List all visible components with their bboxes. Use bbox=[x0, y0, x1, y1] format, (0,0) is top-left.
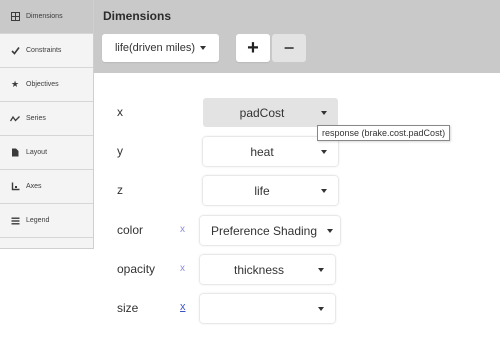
color-clear-button[interactable]: x bbox=[180, 224, 185, 235]
caret-down-icon bbox=[321, 149, 327, 154]
panel-header: Dimensions life(driven miles) + − bbox=[94, 0, 500, 73]
color-select[interactable]: Preference Shading bbox=[200, 216, 340, 245]
x-select[interactable]: padCost bbox=[203, 98, 338, 127]
axes-icon bbox=[9, 182, 21, 191]
caret-down-icon bbox=[318, 306, 324, 311]
star-icon: ★ bbox=[10, 79, 20, 89]
y-select-value: heat bbox=[250, 144, 274, 159]
sidebar-item-label: Constraints bbox=[26, 47, 62, 54]
checkmark-icon bbox=[9, 46, 21, 55]
sidebar-item-label: Axes bbox=[26, 183, 42, 190]
sidebar-item-objectives[interactable]: ★ Objectives bbox=[0, 68, 93, 102]
z-select-value: life bbox=[254, 183, 270, 198]
sidebar-item-label: Legend bbox=[26, 217, 50, 224]
x-select-value: padCost bbox=[239, 105, 285, 120]
opacity-clear-button[interactable]: x bbox=[180, 263, 185, 274]
panel-body: x padCost y heat z life color x Preferen… bbox=[94, 73, 500, 349]
row-label-size: size bbox=[117, 301, 139, 315]
sidebar-item-label: Layout bbox=[26, 149, 48, 156]
caret-down-icon bbox=[321, 110, 327, 115]
sidebar-item-constraints[interactable]: Constraints bbox=[0, 34, 93, 68]
panel-title: Dimensions bbox=[103, 9, 172, 23]
list-icon bbox=[9, 217, 21, 225]
tooltip: response (brake.cost.padCost) bbox=[317, 125, 451, 141]
row-label-z: z bbox=[117, 183, 123, 197]
color-select-value: Preference Shading bbox=[210, 223, 318, 238]
opacity-select-value: thickness bbox=[233, 262, 285, 277]
sidebar-item-label: Objectives bbox=[26, 81, 59, 88]
sidebar-item-legend[interactable]: Legend bbox=[0, 204, 93, 238]
row-label-opacity: opacity bbox=[117, 262, 156, 276]
wave-icon bbox=[9, 115, 21, 123]
sidebar-item-label: Dimensions bbox=[26, 13, 63, 20]
sidebar-item-dimensions[interactable]: Dimensions bbox=[0, 0, 93, 34]
sidebar-item-label: Series bbox=[26, 115, 46, 122]
add-dimension-button[interactable]: + bbox=[236, 34, 270, 62]
caret-down-icon bbox=[318, 267, 324, 272]
caret-down-icon bbox=[321, 188, 327, 193]
row-label-color: color bbox=[117, 223, 144, 237]
size-select[interactable] bbox=[200, 294, 335, 323]
caret-down-icon bbox=[327, 228, 333, 233]
dimension-select-value: life(driven miles) bbox=[114, 42, 196, 54]
sidebar-item-axes[interactable]: Axes bbox=[0, 170, 93, 204]
grid-icon bbox=[9, 12, 21, 21]
sidebar-item-layout[interactable]: Layout bbox=[0, 136, 93, 170]
sidebar: Dimensions Constraints ★ Objectives Seri… bbox=[0, 0, 94, 249]
document-icon bbox=[9, 148, 21, 157]
caret-down-icon bbox=[200, 46, 207, 50]
row-label-x: x bbox=[117, 105, 123, 119]
opacity-select[interactable]: thickness bbox=[200, 255, 335, 284]
sidebar-item-series[interactable]: Series bbox=[0, 102, 93, 136]
app-root: Dimensions Constraints ★ Objectives Seri… bbox=[0, 0, 500, 349]
row-label-y: y bbox=[117, 144, 123, 158]
size-clear-button[interactable]: x bbox=[180, 301, 186, 313]
y-select[interactable]: heat bbox=[203, 137, 338, 166]
dimension-select[interactable]: life(driven miles) bbox=[102, 34, 219, 62]
z-select[interactable]: life bbox=[203, 176, 338, 205]
remove-dimension-button[interactable]: − bbox=[272, 34, 306, 62]
dimensions-panel: Dimensions life(driven miles) + − x padC… bbox=[94, 0, 500, 349]
